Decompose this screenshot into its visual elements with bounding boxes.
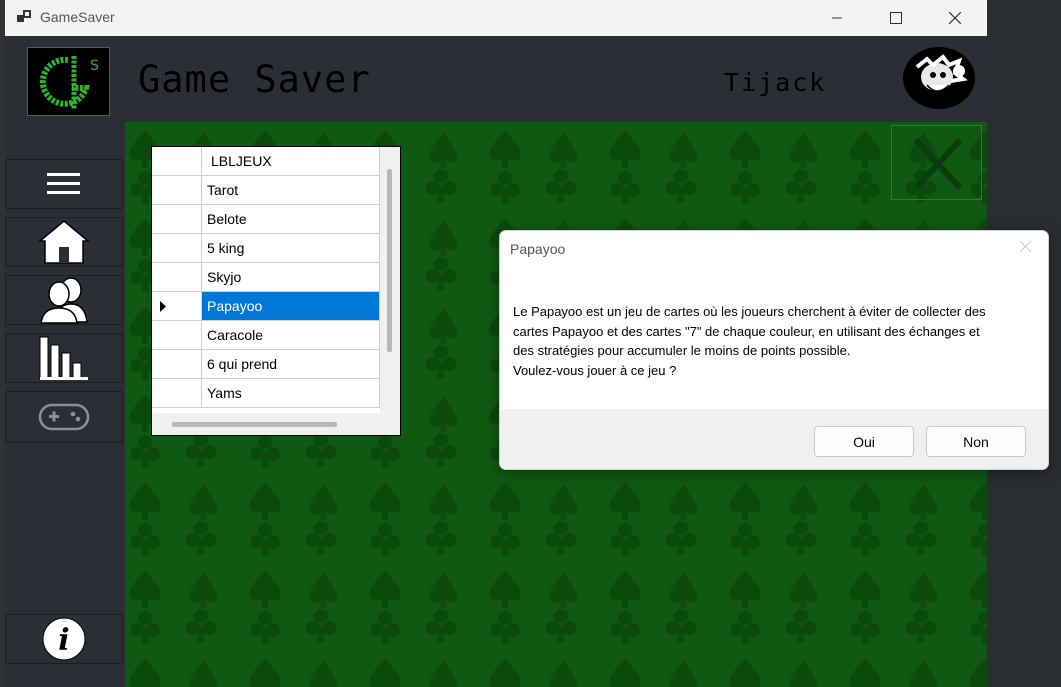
dialog-title: Papayoo: [510, 241, 566, 257]
table-row[interactable]: 6 qui prend: [152, 350, 380, 379]
info-icon: i: [42, 617, 86, 661]
sidebar-info-button[interactable]: i: [5, 614, 123, 664]
game-cell[interactable]: Belote: [202, 205, 380, 234]
avatar-image: [915, 54, 968, 92]
hamburger-icon: [47, 173, 80, 194]
grid-horizontal-scroll-thumb[interactable]: [172, 422, 337, 427]
grid-column-header[interactable]: LBLJEUX: [202, 147, 380, 176]
game-cell[interactable]: Yams: [202, 379, 380, 408]
game-cell[interactable]: Skyjo: [202, 263, 380, 292]
svg-text:i: i: [58, 623, 69, 658]
grid-horizontal-scrollbar[interactable]: [152, 413, 380, 435]
grid-vertical-scroll-thumb[interactable]: [387, 169, 392, 352]
maximize-button[interactable]: [867, 0, 925, 36]
dialog-message: Le Papayoo est un jeu de cartes où les j…: [513, 304, 986, 378]
row-header[interactable]: [152, 379, 202, 408]
window-title: GameSaver: [40, 9, 115, 25]
row-header[interactable]: [152, 263, 202, 292]
close-icon: [949, 12, 961, 24]
app-logo: S: [27, 47, 110, 116]
table-row[interactable]: Belote: [152, 205, 380, 234]
games-grid[interactable]: LBLJEUX Tarot Belote 5 king Skyjo Papayo…: [151, 146, 401, 436]
table-row[interactable]: 5 king: [152, 234, 380, 263]
app-header: S Game Saver Tijack: [5, 36, 987, 122]
table-row[interactable]: Tarot: [152, 176, 380, 205]
table-row[interactable]: Caracole: [152, 321, 380, 350]
grid-header-row: LBLJEUX: [152, 147, 380, 176]
grid-vertical-scrollbar[interactable]: [380, 147, 400, 435]
sidebar-menu-button[interactable]: [5, 159, 123, 209]
game-cell[interactable]: 5 king: [202, 234, 380, 263]
yes-button[interactable]: Oui: [814, 426, 914, 457]
user-avatar[interactable]: [903, 47, 975, 109]
dialog-body: Le Papayoo est un jeu de cartes où les j…: [500, 268, 1048, 409]
table-row[interactable]: Skyjo: [152, 263, 380, 292]
close-game-button[interactable]: [891, 125, 982, 200]
minimize-button[interactable]: [808, 0, 866, 36]
sidebar-stats-button[interactable]: [5, 333, 123, 383]
bar-chart-icon: [39, 336, 88, 380]
close-x-icon: [913, 137, 963, 191]
grid-corner: [152, 147, 202, 176]
row-header[interactable]: [152, 350, 202, 379]
row-header[interactable]: [152, 321, 202, 350]
game-cell[interactable]: 6 qui prend: [202, 350, 380, 379]
confirm-dialog: Papayoo Le Papayoo est un jeu de cartes …: [499, 230, 1049, 470]
row-selector-arrow-icon: [160, 301, 166, 312]
gs-logo-graphic: S: [39, 56, 99, 110]
row-header[interactable]: [152, 205, 202, 234]
close-window-button[interactable]: [926, 0, 984, 36]
app-window-icon: [17, 10, 31, 22]
row-header[interactable]: [152, 176, 202, 205]
sidebar-games-button[interactable]: [5, 391, 123, 443]
svg-text:S: S: [90, 58, 99, 74]
sidebar-home-button[interactable]: [5, 217, 123, 267]
game-cell[interactable]: Papayoo: [202, 292, 380, 321]
username: Tijack: [724, 68, 827, 97]
title-bar: GameSaver: [5, 0, 987, 36]
dialog-footer: Oui Non: [500, 409, 1048, 469]
row-header[interactable]: [152, 234, 202, 263]
users-icon: [40, 277, 88, 324]
gamepad-icon: [38, 403, 90, 431]
row-header[interactable]: [152, 292, 202, 321]
sidebar-users-button[interactable]: [5, 275, 123, 325]
maximize-icon: [890, 12, 902, 24]
minimize-icon: [832, 17, 842, 19]
table-row-selected[interactable]: Papayoo: [152, 292, 380, 321]
close-icon: [1019, 240, 1032, 253]
game-cell[interactable]: Tarot: [202, 176, 380, 205]
dialog-close-button[interactable]: [1019, 240, 1032, 258]
table-row[interactable]: Yams: [152, 379, 380, 408]
app-title: Game Saver: [138, 58, 371, 101]
game-cell[interactable]: Caracole: [202, 321, 380, 350]
sidebar: i: [5, 122, 125, 687]
home-icon: [38, 220, 90, 264]
no-button[interactable]: Non: [926, 426, 1026, 457]
